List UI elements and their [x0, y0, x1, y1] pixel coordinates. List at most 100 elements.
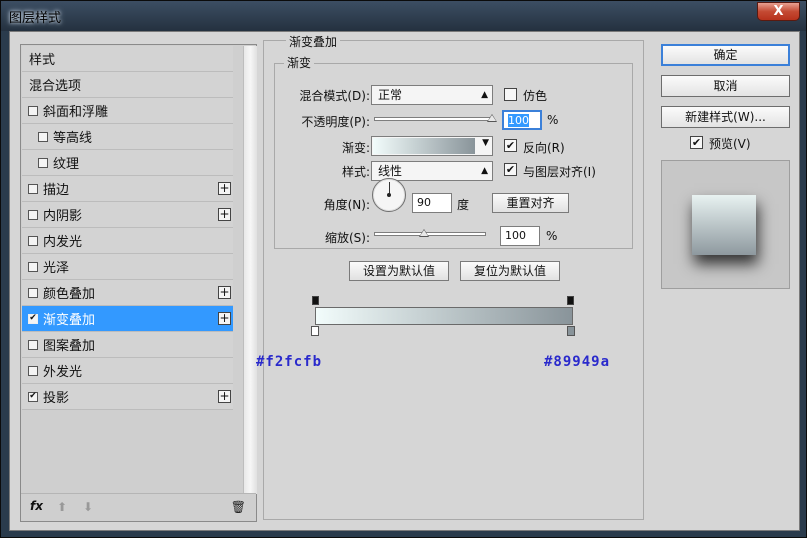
- style-checkbox[interactable]: [28, 365, 38, 376]
- angle-unit: 度: [457, 198, 470, 212]
- style-item-label: 颜色叠加: [43, 287, 96, 302]
- trash-icon[interactable]: 🗑: [231, 500, 246, 514]
- dialog-body: 样式 混合选项 斜面和浮雕 等高线 纹理 描边 + 内阴影 + 内发光 光泽 颜色叠加 + ✔ 渐变叠加 + 图…: [9, 31, 800, 531]
- preview-checkbox[interactable]: ✔: [690, 136, 703, 149]
- dropdown-arrow-icon[interactable]: ▼: [482, 138, 489, 148]
- opacity-slider[interactable]: [374, 117, 492, 121]
- opacity-stop-right[interactable]: [567, 296, 574, 305]
- add-icon[interactable]: +: [218, 182, 231, 195]
- style-checkbox[interactable]: ✔: [28, 391, 38, 402]
- move-up-icon[interactable]: ⬆: [57, 500, 67, 514]
- move-down-icon[interactable]: ⬇: [83, 500, 93, 514]
- style-checkbox[interactable]: [28, 261, 38, 272]
- align-checkbox[interactable]: ✔: [504, 163, 517, 176]
- style-item-label: 投影: [43, 391, 70, 406]
- style-checkbox[interactable]: [28, 105, 38, 116]
- angle-dial[interactable]: [372, 178, 406, 212]
- style-item-label: 描边: [43, 183, 70, 198]
- gradient-label: 渐变:: [341, 141, 370, 155]
- add-icon[interactable]: +: [218, 312, 231, 325]
- gradient-overlay-panel: 渐变叠加 渐变 混合模式(D): 正常 ▲ 仿色 不透明度(P): 100 % …: [256, 33, 644, 520]
- style-list-item[interactable]: 光泽: [22, 254, 233, 280]
- preview-swatch: [692, 195, 756, 255]
- style-list-item[interactable]: 描边 +: [22, 176, 233, 202]
- style-item-label: 外发光: [43, 365, 83, 380]
- style-item-label: 图案叠加: [43, 339, 96, 354]
- reverse-checkbox[interactable]: ✔: [504, 139, 517, 152]
- gradient-strip[interactable]: [315, 307, 573, 325]
- style-list-item[interactable]: 内发光: [22, 228, 233, 254]
- style-item-label: 内阴影: [43, 209, 83, 224]
- opacity-slider-thumb[interactable]: [487, 114, 497, 122]
- add-icon[interactable]: +: [218, 390, 231, 403]
- style-list-item[interactable]: 图案叠加: [22, 332, 233, 358]
- style-checkbox[interactable]: [28, 339, 38, 350]
- scrollbar[interactable]: [243, 46, 257, 494]
- new-style-button[interactable]: 新建样式(W)...: [661, 106, 790, 128]
- reverse-label: 反向(R): [523, 141, 565, 155]
- cancel-button[interactable]: 取消: [661, 75, 790, 97]
- style-item-label: 样式: [29, 53, 56, 68]
- add-icon[interactable]: +: [218, 286, 231, 299]
- gradient-picker[interactable]: ▼: [371, 136, 493, 156]
- style-list-item[interactable]: 纹理: [22, 150, 233, 176]
- style-value: 线性: [378, 164, 403, 178]
- style-item-label: 混合选项: [29, 79, 82, 94]
- opacity-label: 不透明度(P):: [301, 115, 370, 129]
- scale-slider-thumb[interactable]: [419, 229, 430, 237]
- style-checkbox[interactable]: [28, 209, 38, 220]
- angle-label: 角度(N):: [323, 198, 370, 212]
- set-default-button[interactable]: 设置为默认值: [349, 261, 449, 281]
- style-checkbox[interactable]: ✔: [28, 313, 38, 324]
- style-list-item[interactable]: 颜色叠加 +: [22, 280, 233, 306]
- dither-label: 仿色: [523, 89, 548, 103]
- reset-default-button[interactable]: 复位为默认值: [460, 261, 560, 281]
- style-list-item[interactable]: ✔ 投影 +: [22, 384, 233, 410]
- scale-unit: %: [546, 229, 558, 243]
- color-stop-right[interactable]: [567, 326, 575, 336]
- opacity-stop-left[interactable]: [312, 296, 319, 305]
- style-checkbox[interactable]: [28, 183, 38, 194]
- dither-checkbox[interactable]: [504, 88, 517, 101]
- gradient-swatch[interactable]: [373, 138, 475, 154]
- scale-slider[interactable]: [374, 232, 486, 236]
- opacity-input[interactable]: 100: [502, 110, 542, 130]
- style-item-label: 斜面和浮雕: [43, 105, 109, 120]
- style-list-item[interactable]: 外发光: [22, 358, 233, 384]
- style-checkbox[interactable]: [28, 287, 38, 298]
- check-icon: ✔: [29, 391, 37, 401]
- subsection-title: 渐变: [284, 54, 315, 71]
- check-icon: ✔: [505, 163, 516, 176]
- blend-mode-select[interactable]: 正常 ▲: [371, 85, 493, 105]
- style-list-item[interactable]: 内阴影 +: [22, 202, 233, 228]
- title-bar[interactable]: 图层样式 X: [1, 1, 806, 31]
- reset-align-button[interactable]: 重置对齐: [492, 193, 569, 213]
- ok-button[interactable]: 确定: [661, 44, 790, 66]
- style-checkbox[interactable]: [38, 131, 48, 142]
- scale-label: 缩放(S):: [324, 231, 370, 245]
- style-checkbox[interactable]: [28, 235, 38, 246]
- styles-footer: fx ⬆ ⬇ 🗑: [21, 493, 256, 521]
- style-list-item[interactable]: 等高线: [22, 124, 233, 150]
- style-checkbox[interactable]: [38, 157, 48, 168]
- angle-input[interactable]: 90: [412, 193, 452, 213]
- preview-label: 预览(V): [709, 137, 751, 151]
- check-icon: ✔: [691, 136, 702, 149]
- window-title: 图层样式: [9, 11, 62, 26]
- end-color-hex: #89949a: [544, 354, 611, 370]
- styles-list: 样式 混合选项 斜面和浮雕 等高线 纹理 描边 + 内阴影 + 内发光 光泽 颜色叠加 + ✔ 渐变叠加 + 图…: [22, 46, 233, 410]
- style-list-item[interactable]: ✔ 渐变叠加 +: [22, 306, 233, 332]
- blend-mode-label: 混合模式(D):: [299, 89, 370, 103]
- style-list-item[interactable]: 样式: [22, 46, 233, 72]
- color-stop-left[interactable]: [311, 326, 319, 336]
- scale-input[interactable]: 100: [500, 226, 540, 246]
- fx-icon[interactable]: fx: [30, 499, 43, 513]
- style-list-item[interactable]: 斜面和浮雕: [22, 98, 233, 124]
- style-list-item[interactable]: 混合选项: [22, 72, 233, 98]
- style-item-label: 光泽: [43, 261, 70, 276]
- angle-center: [387, 193, 391, 197]
- close-button[interactable]: X: [757, 2, 800, 21]
- add-icon[interactable]: +: [218, 208, 231, 221]
- style-item-label: 等高线: [53, 131, 93, 146]
- styles-list-panel: 样式 混合选项 斜面和浮雕 等高线 纹理 描边 + 内阴影 + 内发光 光泽 颜色叠加 + ✔ 渐变叠加 + 图…: [20, 44, 257, 522]
